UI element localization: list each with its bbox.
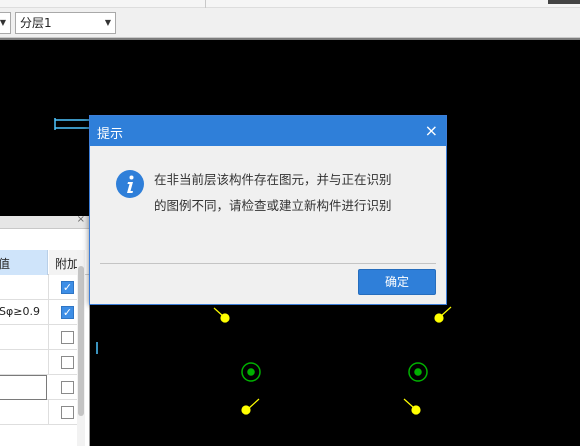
scrollbar-thumb[interactable] xyxy=(78,266,84,416)
extra-checkbox[interactable] xyxy=(61,331,74,344)
dialog-message: 在非当前层该构件存在图元，并与正在识别 的图例不同，请检查或建立新构件进行识别 xyxy=(154,167,434,219)
panel-scrollbar[interactable] xyxy=(77,250,85,446)
toolbar-separator xyxy=(205,0,206,8)
table-row[interactable]: ✓ xyxy=(0,275,77,300)
row-value: Sφ≥0.9 xyxy=(0,305,40,318)
message-line: 在非当前层该构件存在图元，并与正在识别 xyxy=(154,172,392,187)
layer-combo-value: 分层1 xyxy=(20,16,52,30)
toolbar: ▼ 分层1 ▼ xyxy=(0,8,580,38)
info-icon xyxy=(116,170,144,198)
dialog-separator xyxy=(100,263,436,264)
header-value-label: 值 xyxy=(0,257,11,271)
property-panel: × 值 附加 ✓ Sφ≥0.9 ✓ xyxy=(0,214,90,446)
column-divider xyxy=(48,275,49,300)
dialog-title: 提示 xyxy=(97,127,124,142)
close-icon[interactable]: × xyxy=(425,121,438,140)
top-strip xyxy=(0,0,580,8)
column-divider xyxy=(48,350,49,375)
cad-point xyxy=(213,307,230,323)
dialog-title-bar: 提示 × xyxy=(90,116,446,146)
chevron-down-icon: ▼ xyxy=(0,18,6,27)
column-divider xyxy=(48,325,49,350)
layer-combo[interactable]: 分层1 ▼ xyxy=(15,12,116,34)
toolbar-edge xyxy=(548,0,580,4)
table-row[interactable] xyxy=(0,400,77,425)
ok-button[interactable]: 确定 xyxy=(358,269,436,295)
cad-point xyxy=(403,398,421,415)
cad-circle-symbol xyxy=(241,362,261,382)
column-divider xyxy=(48,400,49,425)
column-divider xyxy=(48,300,49,325)
extra-checkbox[interactable] xyxy=(61,406,74,419)
panel-title-bar: × xyxy=(0,214,89,229)
chevron-down-icon: ▼ xyxy=(104,18,111,27)
header-cell-extra[interactable]: 附加 xyxy=(49,250,77,275)
extra-checkbox[interactable] xyxy=(61,356,74,369)
header-cell-value[interactable]: 值 xyxy=(0,250,48,275)
cad-point xyxy=(241,398,260,415)
extra-checkbox[interactable] xyxy=(61,381,74,394)
message-line: 的图例不同，请检查或建立新构件进行识别 xyxy=(154,198,392,213)
component-type-combo[interactable]: ▼ xyxy=(0,12,11,34)
cad-point xyxy=(434,306,452,323)
selected-cell[interactable] xyxy=(0,375,47,400)
close-icon[interactable]: × xyxy=(77,214,85,225)
table-row[interactable] xyxy=(0,350,77,375)
extra-checkbox[interactable]: ✓ xyxy=(61,281,74,294)
cad-circle-symbol xyxy=(408,362,428,382)
cad-dimension-mark xyxy=(54,118,90,130)
message-dialog: 提示 × 在非当前层该构件存在图元，并与正在识别 的图例不同，请检查或建立新构件… xyxy=(89,115,447,305)
table-row[interactable] xyxy=(0,325,77,350)
header-extra-label: 附加 xyxy=(55,257,77,271)
table-row[interactable]: Sφ≥0.9 ✓ xyxy=(0,300,77,325)
table-row[interactable] xyxy=(0,375,77,400)
extra-checkbox[interactable]: ✓ xyxy=(61,306,74,319)
